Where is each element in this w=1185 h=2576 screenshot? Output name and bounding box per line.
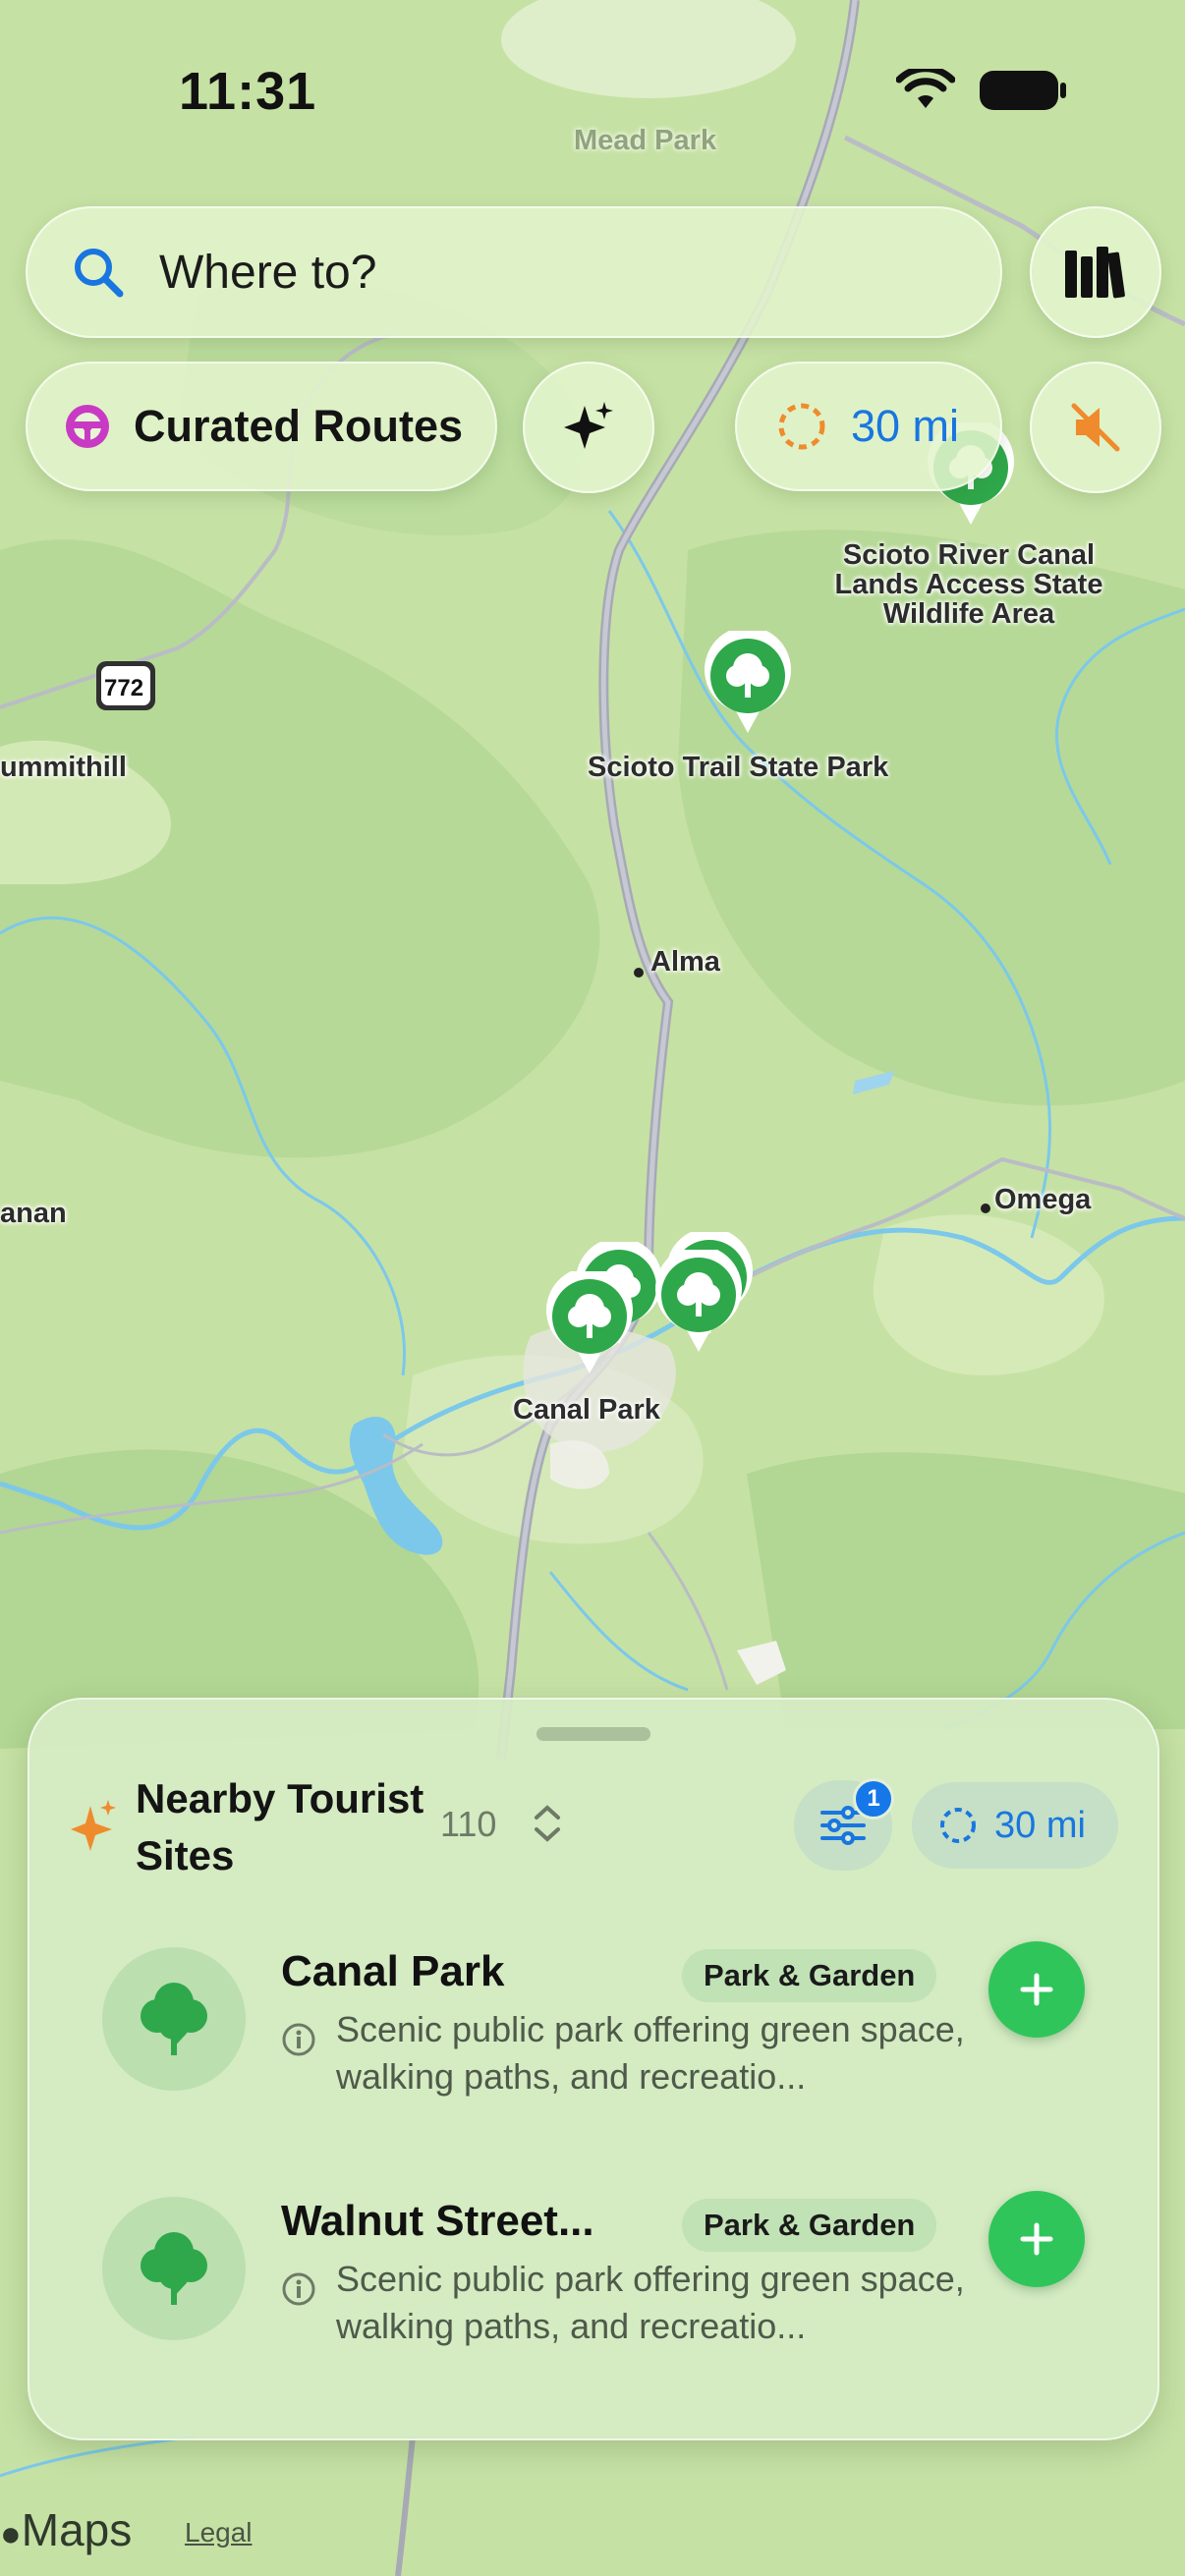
map-label-scioto-trail[interactable]: Scioto Trail State Park (588, 753, 888, 782)
avatar (102, 2197, 246, 2340)
curated-routes-button[interactable]: Curated Routes (26, 362, 497, 491)
status-bar: 11:31 (0, 0, 1185, 187)
add-button[interactable] (988, 1941, 1085, 2038)
sites-count[interactable]: 110 (440, 1804, 496, 1845)
tree-icon (546, 1266, 633, 1373)
sheet-distance-label: 30 mi (994, 1804, 1086, 1846)
sparkle-icon (564, 402, 613, 449)
status-time: 11:31 (179, 62, 317, 121)
park-pin-walnut-street[interactable] (651, 1245, 746, 1361)
steering-wheel-icon (66, 405, 109, 448)
nearby-sites-sheet[interactable]: Nearby Tourist Sites 110 1 30 mi Canal P… (28, 1698, 1159, 2440)
speaker-muted-icon (1071, 403, 1120, 452)
sheet-title: Nearby Tourist Sites (136, 1775, 424, 1878)
tree-icon (141, 2232, 207, 2305)
distance-label: 30 mi (851, 401, 960, 451)
info-icon[interactable] (281, 2271, 316, 2307)
map-label-canal-park[interactable]: Canal Park (513, 1395, 660, 1425)
list-item[interactable]: Walnut Street... Park & Garden Scenic pu… (29, 2191, 1157, 2387)
site-description: Scenic public park offering green space,… (336, 2009, 965, 2097)
sort-chevrons-icon[interactable] (531, 1802, 564, 1845)
map-label-anan: anan (0, 1198, 67, 1229)
search-input[interactable]: Where to? (159, 246, 376, 300)
add-button[interactable] (988, 2191, 1085, 2287)
ai-sparkle-button[interactable] (523, 362, 654, 493)
sheet-grabber[interactable] (536, 1727, 650, 1741)
avatar (102, 1947, 246, 2091)
park-pin-canal-park[interactable] (542, 1266, 637, 1382)
radius-dashed-circle-icon (940, 1808, 976, 1843)
map-label-summithill: ummithill (0, 752, 127, 783)
site-description: Scenic public park offering green space,… (336, 2259, 965, 2346)
tree-icon (141, 1983, 207, 2055)
map-label-scioto-canal[interactable]: Scioto River Canal Lands Access State Wi… (821, 540, 1116, 629)
status-icons (896, 69, 1067, 112)
radius-dashed-circle-icon (778, 403, 825, 450)
tree-icon (655, 1245, 742, 1352)
map-label-alma: Alma (650, 946, 720, 978)
plus-icon (1020, 1973, 1053, 2006)
mute-button[interactable] (1030, 362, 1161, 493)
category-badge: Park & Garden (682, 2199, 937, 2252)
info-icon[interactable] (281, 2022, 316, 2057)
map-label-route-772: 772 (104, 675, 144, 701)
legal-link[interactable]: Legal (185, 2517, 253, 2548)
site-title: Canal Park (281, 1947, 505, 1995)
maps-label: Maps (21, 2504, 133, 2555)
map-label-omega: Omega (994, 1184, 1092, 1215)
plus-icon (1020, 2222, 1053, 2256)
search-bar[interactable]: Where to? (26, 206, 1002, 338)
wifi-icon (896, 69, 955, 108)
category-badge: Park & Garden (682, 1949, 937, 2002)
list-item[interactable]: Canal Park Park & Garden Scenic public p… (29, 1941, 1157, 2138)
tree-icon (705, 626, 791, 733)
sparkle-icon (71, 1800, 116, 1851)
maps-logo: ●Maps (0, 2503, 132, 2556)
filter-count-badge: 1 (853, 1778, 894, 1820)
search-icon (75, 249, 124, 298)
site-title: Walnut Street... (281, 2197, 594, 2245)
distance-radius-button[interactable]: 30 mi (735, 362, 1002, 491)
curated-routes-label: Curated Routes (134, 401, 464, 451)
sheet-distance-button[interactable]: 30 mi (912, 1782, 1118, 1869)
library-button[interactable] (1030, 206, 1161, 338)
apple-logo-icon: ● (0, 2513, 22, 2553)
park-pin-scioto-trail[interactable] (701, 626, 795, 742)
library-icon (1065, 247, 1125, 299)
filter-button[interactable]: 1 (794, 1778, 894, 1871)
battery-icon (980, 71, 1066, 110)
